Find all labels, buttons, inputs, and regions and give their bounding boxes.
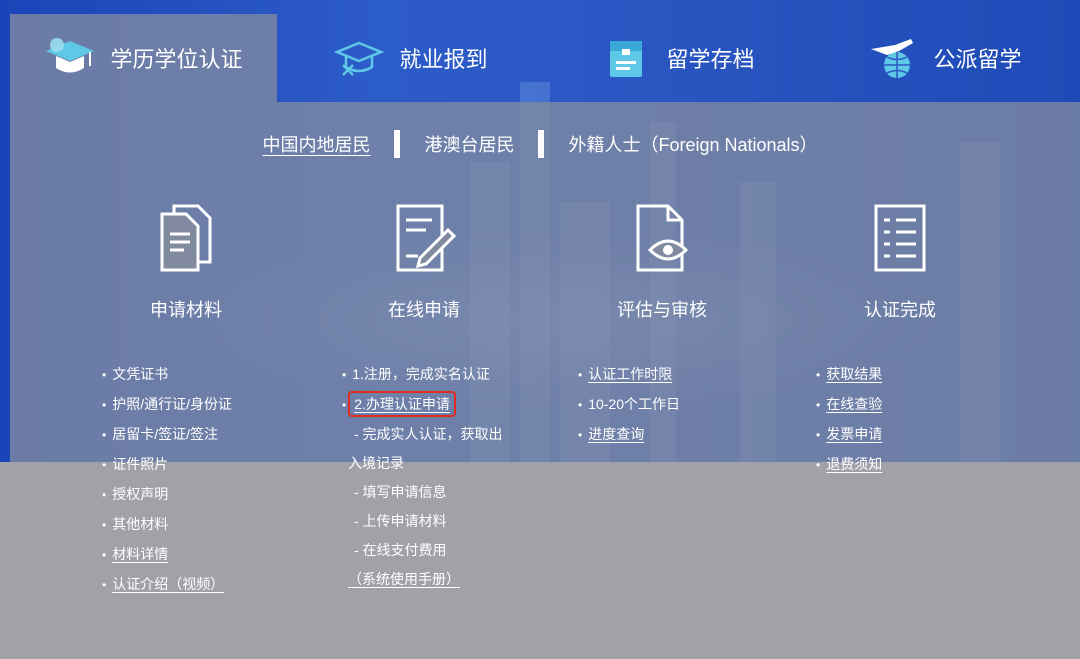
time-limit-link[interactable]: 认证工作时限	[588, 366, 672, 382]
list-item: - 填写申请信息	[354, 484, 447, 500]
list-item: （系统使用手册）	[342, 565, 503, 594]
list-item: - 上传申请材料	[354, 513, 447, 529]
list-item-details: 材料详情	[102, 540, 232, 570]
list-item: 护照/通行证/身份证	[102, 390, 232, 420]
tab-label: 学历学位认证	[110, 47, 243, 72]
documents-icon	[160, 204, 212, 272]
tab-public-study[interactable]: 公派留学	[811, 14, 1078, 102]
tab-employment[interactable]: 就业报到	[277, 14, 544, 102]
apply-certification-link[interactable]: 2.办理认证申请	[348, 391, 456, 417]
list-item: 在线查验	[816, 390, 882, 420]
list-item: 证件照片	[102, 450, 232, 480]
step-complete: 认证完成	[800, 200, 1000, 322]
list-item: 授权声明	[102, 480, 232, 510]
materials-details-link[interactable]: 材料详情	[112, 546, 168, 562]
get-result-link[interactable]: 获取结果	[826, 366, 882, 382]
employment-cap-icon	[334, 41, 385, 76]
review-eye-icon	[636, 204, 689, 272]
complete-list: 获取结果 在线查验 发票申请 退费须知	[816, 360, 882, 480]
online-verify-link[interactable]: 在线查验	[826, 396, 882, 412]
materials-list: 文凭证书 护照/通行证/身份证 居留卡/签证/签注 证件照片 授权声明 其他材料…	[102, 360, 232, 600]
nav-foreign-nationals[interactable]: 外籍人士（Foreign Nationals）	[562, 131, 823, 157]
airplane-globe-icon	[871, 39, 914, 78]
tab-degree-certification[interactable]: 学历学位认证	[10, 14, 277, 102]
step-label: 申请材料	[150, 300, 222, 320]
invoice-link[interactable]: 发票申请	[826, 426, 882, 442]
list-item: 2.办理认证申请	[342, 390, 503, 420]
list-item: 认证工作时限	[578, 360, 680, 390]
list-item: 居留卡/签证/签注	[102, 420, 232, 450]
list-item: - 在线支付费用	[354, 542, 447, 558]
service-tabs: 学历学位认证 就业报到 留学存档 公派留学	[10, 14, 1080, 102]
review-list: 认证工作时限 10-20个工作日 进度查询	[578, 360, 680, 450]
graduation-cap-icon	[46, 38, 95, 73]
list-item: 获取结果	[816, 360, 882, 390]
list-item-video: 认证介绍（视频）	[102, 570, 232, 600]
resident-type-nav: 中国内地居民 港澳台居民 外籍人士（Foreign Nationals）	[0, 126, 1080, 162]
nav-mainland-residents[interactable]: 中国内地居民	[256, 131, 376, 157]
list-item: 1.注册，完成实名认证	[342, 360, 503, 390]
step-materials: 申请材料	[86, 200, 286, 322]
nav-divider	[394, 130, 401, 158]
list-item: 入境记录	[348, 455, 404, 471]
tab-label: 公派留学	[933, 47, 1022, 72]
tab-label: 就业报到	[399, 47, 488, 72]
apply-steps-list: 1.注册，完成实名认证 2.办理认证申请 - 完成实人认证，获取出 入境记录 -…	[342, 360, 503, 594]
step-online-apply: 在线申请	[324, 200, 524, 322]
list-item: - 完成实人认证，获取出	[354, 426, 503, 442]
refund-notice-link[interactable]: 退费须知	[826, 456, 882, 472]
tab-archive[interactable]: 留学存档	[544, 14, 811, 102]
system-manual-link[interactable]: （系统使用手册）	[348, 571, 460, 587]
checklist-icon	[874, 204, 926, 272]
step-label: 评估与审核	[617, 300, 707, 320]
nav-divider	[538, 130, 545, 158]
archive-folder-icon	[610, 41, 643, 77]
list-item: 其他材料	[102, 510, 232, 540]
list-item: 进度查询	[578, 420, 680, 450]
form-edit-icon	[396, 204, 457, 272]
step-review: 评估与审核	[562, 200, 762, 322]
list-item: 10-20个工作日	[578, 390, 680, 420]
progress-query-link[interactable]: 进度查询	[588, 426, 644, 442]
step-label: 认证完成	[864, 300, 936, 320]
step-label: 在线申请	[388, 300, 460, 320]
list-item: 退费须知	[816, 450, 882, 480]
intro-video-link[interactable]: 认证介绍（视频）	[112, 576, 224, 592]
nav-hmt-residents[interactable]: 港澳台居民	[418, 131, 520, 157]
list-item: 发票申请	[816, 420, 882, 450]
list-item: 文凭证书	[102, 360, 232, 390]
tab-label: 留学存档	[666, 47, 755, 72]
